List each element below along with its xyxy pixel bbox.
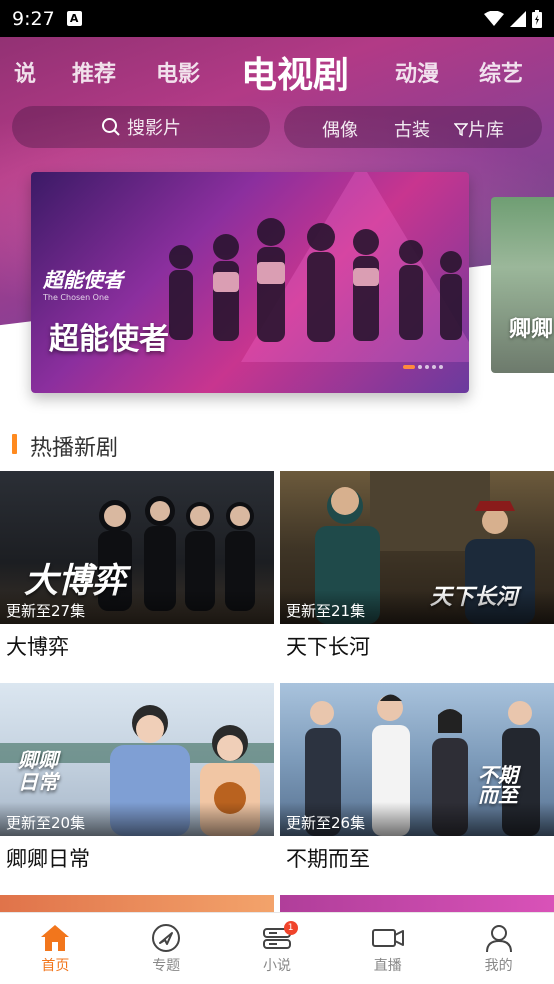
banner-next-title: 卿卿	[509, 317, 554, 342]
show-title: 不期而至	[286, 847, 370, 871]
search-bar[interactable]: 搜影片	[12, 106, 270, 148]
filter-idol[interactable]: 偶像	[322, 116, 358, 142]
category-anime[interactable]: 动漫	[395, 56, 439, 88]
show-poster: 天下长河 更新至21集	[280, 471, 554, 624]
person-icon	[485, 925, 512, 953]
show-card[interactable]: 天下长河 更新至21集 天下长河	[280, 471, 554, 671]
banner-dot	[418, 365, 422, 369]
filter-bar: 偶像 古装 片库	[284, 106, 542, 148]
show-poster: 不期而至 更新至26集	[280, 683, 554, 836]
compass-icon	[152, 924, 181, 952]
show-poster: 大博弈 更新至27集	[0, 471, 274, 624]
section-title: 热播新剧	[30, 436, 119, 461]
search-placeholder: 搜影片	[127, 118, 181, 139]
nav-home[interactable]: 首页	[0, 913, 111, 984]
category-movie[interactable]: 电影	[156, 56, 200, 88]
filter-library-label: 片库	[468, 120, 504, 141]
show-card-partial[interactable]	[0, 895, 274, 912]
search-icon	[102, 118, 120, 136]
banner-dot-active	[403, 365, 415, 369]
nav-live-label: 直播	[373, 958, 402, 974]
show-poster: 卿卿日常 更新至20集	[0, 683, 274, 836]
show-poster-text: 卿卿日常	[18, 748, 58, 794]
banner-carousel[interactable]: 超能使者 The Chosen One 超能使者	[31, 172, 469, 393]
video-camera-icon	[371, 929, 404, 947]
notification-icon: A	[66, 11, 82, 26]
banner-logo: 超能使者 The Chosen One	[43, 264, 123, 302]
show-title: 天下长河	[286, 635, 370, 659]
show-card[interactable]: 大博弈 更新至27集 大博弈	[0, 471, 274, 671]
nav-profile[interactable]: 我的	[443, 913, 554, 984]
status-icons	[484, 9, 542, 28]
banner-pagination	[403, 365, 443, 369]
nav-home-label: 首页	[41, 958, 70, 974]
home-icon	[41, 925, 70, 951]
filter-costume[interactable]: 古装	[394, 116, 430, 142]
section-accent-bar	[12, 434, 17, 454]
category-tv-series[interactable]: 电视剧	[241, 46, 349, 98]
banner-logo-text: 超能使者	[43, 268, 123, 292]
show-update-status: 更新至21集	[280, 590, 554, 624]
show-card[interactable]: 不期而至 更新至26集 不期而至	[280, 683, 554, 883]
banner-dot	[432, 365, 436, 369]
nav-novel-label: 小说	[262, 958, 291, 974]
banner-dot	[439, 365, 443, 369]
show-title: 卿卿日常	[6, 847, 90, 871]
show-update-status: 更新至27集	[0, 590, 274, 624]
battery-icon	[532, 9, 542, 28]
show-update-status: 更新至20集	[0, 802, 274, 836]
nav-novel-badge: 1	[283, 921, 298, 935]
filter-icon	[454, 123, 468, 136]
category-novel[interactable]: 说	[14, 56, 36, 88]
banner-next-card[interactable]: 卿卿	[491, 197, 554, 373]
category-variety[interactable]: 综艺	[479, 56, 523, 88]
show-title: 大博弈	[6, 635, 69, 659]
nav-live[interactable]: 直播	[332, 913, 443, 984]
show-poster-text: 不期而至	[478, 763, 518, 807]
wifi-icon	[484, 10, 504, 26]
banner-cast-illustration	[169, 218, 462, 342]
status-time: 9:27	[12, 7, 55, 30]
nav-topics[interactable]: 专题	[111, 913, 222, 984]
nav-novel[interactable]: 1 小说	[222, 913, 333, 984]
show-update-status: 更新至26集	[280, 802, 554, 836]
show-card[interactable]: 卿卿日常 更新至20集 卿卿日常	[0, 683, 274, 883]
filter-library[interactable]: 片库	[454, 116, 504, 142]
banner-dot	[425, 365, 429, 369]
nav-profile-label: 我的	[484, 958, 513, 974]
status-bar: 9:27 A	[0, 0, 554, 37]
banner-logo-subtitle: The Chosen One	[43, 293, 109, 302]
bottom-nav: 首页 专题 1 小说 直播 我的	[0, 912, 554, 984]
category-recommend[interactable]: 推荐	[72, 56, 116, 88]
banner-title: 超能使者	[49, 322, 169, 357]
show-card-partial[interactable]	[280, 895, 554, 912]
signal-icon	[510, 10, 526, 27]
nav-topics-label: 专题	[152, 958, 181, 974]
category-nav: 说 推荐 电影 电视剧 动漫 综艺	[0, 40, 554, 100]
